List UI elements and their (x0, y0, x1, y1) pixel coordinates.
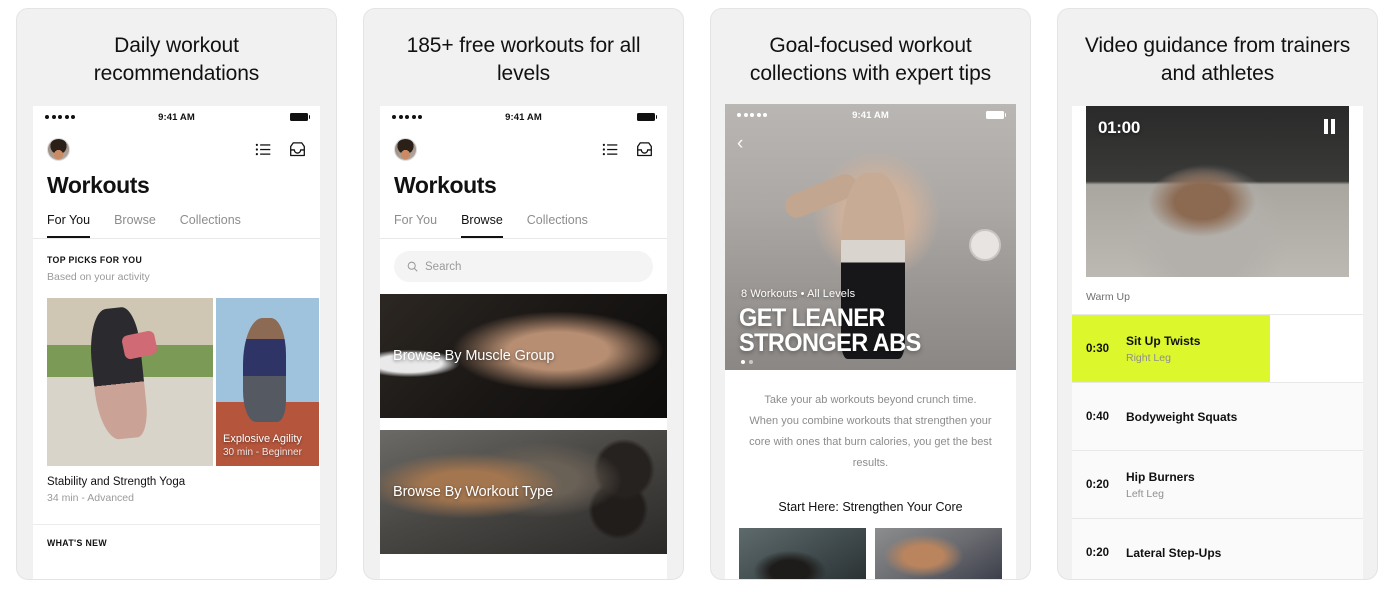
phone-mockup: 9:41 AM Workouts For You Browse Collecti… (380, 106, 667, 579)
workout-duration-level: 34 min - Advanced (47, 492, 134, 504)
carousel-dots[interactable] (741, 360, 753, 364)
exercise-detail: Right Leg (1126, 351, 1171, 364)
exercise-list: 0:30 Sit Up Twists Right Leg 0:40 Bodywe… (1072, 314, 1363, 579)
battery-icon (985, 111, 1006, 119)
workout-thumbnail-row: Explosive Agility 30 min - Beginner (33, 298, 320, 466)
page-title: Workouts (47, 172, 150, 198)
hero-title: GET LEANER STRONGER ABS (739, 306, 921, 356)
section-subtitle: Based on your activity (47, 271, 150, 283)
avatar[interactable] (394, 137, 417, 161)
phone-mockup: 9:41 AM Workouts For You Browse Collecti… (33, 106, 320, 579)
table-row[interactable]: 0:30 Sit Up Twists Right Leg (1072, 314, 1363, 382)
whats-new-section-header: WHAT'S NEW (33, 525, 320, 549)
exercise-time: 0:20 (1086, 546, 1110, 559)
table-row[interactable]: 0:20 Hip Burners Left Leg (1072, 450, 1363, 518)
workout-thumbnail-plank[interactable] (739, 528, 866, 579)
thumbnail-title: Explosive Agility (223, 433, 302, 445)
browse-tile-muscle-group[interactable]: Browse By Muscle Group (380, 294, 667, 418)
tab-collections[interactable]: Collections (180, 213, 241, 238)
card-title: 185+ free workouts for all levels (406, 34, 641, 85)
card-title: Video guidance from trainers and athlete… (1084, 34, 1351, 85)
thumbnail-meta: 30 min - Beginner (223, 447, 302, 458)
wall-clock-icon (969, 229, 1002, 262)
battery-icon (289, 113, 310, 121)
exercise-name: Bodyweight Squats (1126, 409, 1238, 424)
search-icon (407, 261, 418, 272)
feature-card-daily-recommendations[interactable]: Daily workout recommendations 9:41 AM Wo… (16, 8, 337, 580)
status-clock: 9:41 AM (852, 109, 889, 121)
list-icon[interactable] (255, 141, 272, 158)
browse-tile-workout-type[interactable]: Browse By Workout Type (380, 430, 667, 554)
collection-hero[interactable]: 9:41 AM ‹ 8 Workouts • All Levels GET LE… (725, 104, 1016, 370)
tab-for-you[interactable]: For You (47, 213, 91, 238)
section-label-warm-up: Warm Up (1086, 291, 1130, 303)
section-eyebrow-whats-new: WHAT'S NEW (47, 538, 107, 549)
exercise-name: Sit Up Twists (1126, 333, 1201, 348)
status-bar: 9:41 AM (380, 106, 667, 128)
app-nav-row (33, 128, 320, 166)
battery-icon (636, 113, 657, 121)
inbox-icon[interactable] (289, 141, 306, 158)
exercise-time: 0:40 (1086, 410, 1110, 423)
exercise-name: Lateral Step-Ups (1126, 545, 1222, 560)
feature-card-video-guidance[interactable]: Video guidance from trainers and athlete… (1057, 8, 1378, 580)
status-bar: 9:41 AM (33, 106, 320, 128)
video-player[interactable]: 01:00 (1086, 106, 1349, 277)
table-row[interactable]: 0:20 Lateral Step-Ups (1072, 518, 1363, 579)
card-title: Daily workout recommendations (93, 34, 260, 85)
status-bar: 9:41 AM (725, 104, 1016, 126)
tile-label: Browse By Muscle Group (393, 348, 555, 364)
tab-bar: For You Browse Collections (33, 199, 320, 238)
search-input[interactable]: Search (394, 251, 653, 282)
status-clock: 9:41 AM (505, 111, 542, 123)
workout-thumbnail-yoga[interactable] (47, 298, 213, 466)
pause-icon[interactable] (1324, 119, 1335, 134)
hero-title-line1: GET LEANER (739, 304, 885, 332)
collection-description: Take your ab workouts beyond crunch time… (749, 394, 992, 469)
table-row[interactable]: 0:40 Bodyweight Squats (1072, 382, 1363, 450)
start-here-heading: Start Here: Strengthen Your Core (778, 500, 963, 514)
status-clock: 9:41 AM (158, 111, 195, 123)
tab-browse[interactable]: Browse (461, 213, 503, 238)
tile-label: Browse By Workout Type (393, 484, 554, 500)
hero-title-line2: STRONGER ABS (739, 329, 921, 357)
workout-meta: Stability and Strength Yoga 34 min - Adv… (33, 466, 320, 504)
page-title: Workouts (394, 172, 497, 198)
phone-mockup: 01:00 Warm Up 0:30 Sit Up Twists Right L… (1072, 106, 1363, 579)
video-timer: 01:00 (1098, 118, 1140, 137)
feature-card-collections[interactable]: Goal-focused workout collections with ex… (710, 8, 1031, 580)
workout-thumbnail-pair (725, 514, 1016, 579)
app-nav-row (380, 128, 667, 166)
tab-collections[interactable]: Collections (527, 213, 588, 238)
workout-thumbnail-agility[interactable]: Explosive Agility 30 min - Beginner (216, 298, 319, 466)
workout-title: Stability and Strength Yoga (47, 476, 186, 488)
top-picks-section-header: TOP PICKS FOR YOU Based on your activity (33, 239, 320, 283)
phone-mockup: 9:41 AM ‹ 8 Workouts • All Levels GET LE… (725, 104, 1016, 579)
section-eyebrow: TOP PICKS FOR YOU (47, 255, 143, 266)
feature-card-free-workouts[interactable]: 185+ free workouts for all levels 9:41 A… (363, 8, 684, 580)
exercise-time: 0:30 (1086, 342, 1110, 355)
workout-thumbnail-side[interactable] (875, 528, 1002, 579)
exercise-name: Hip Burners (1126, 469, 1195, 484)
exercise-time: 0:20 (1086, 478, 1110, 491)
exercise-detail: Left Leg (1126, 487, 1164, 500)
chevron-left-icon[interactable]: ‹ (737, 134, 743, 153)
inbox-icon[interactable] (636, 141, 653, 158)
hero-kicker: 8 Workouts • All Levels (741, 288, 856, 300)
avatar[interactable] (47, 137, 70, 161)
tab-bar: For You Browse Collections (380, 199, 667, 238)
list-icon[interactable] (602, 141, 619, 158)
search-placeholder: Search (425, 260, 462, 273)
tab-for-you[interactable]: For You (394, 213, 437, 238)
tab-browse[interactable]: Browse (114, 213, 156, 238)
card-title: Goal-focused workout collections with ex… (749, 34, 992, 85)
card-carousel: Daily workout recommendations 9:41 AM Wo… (0, 0, 1400, 592)
search-bar-wrapper: Search (380, 239, 667, 282)
